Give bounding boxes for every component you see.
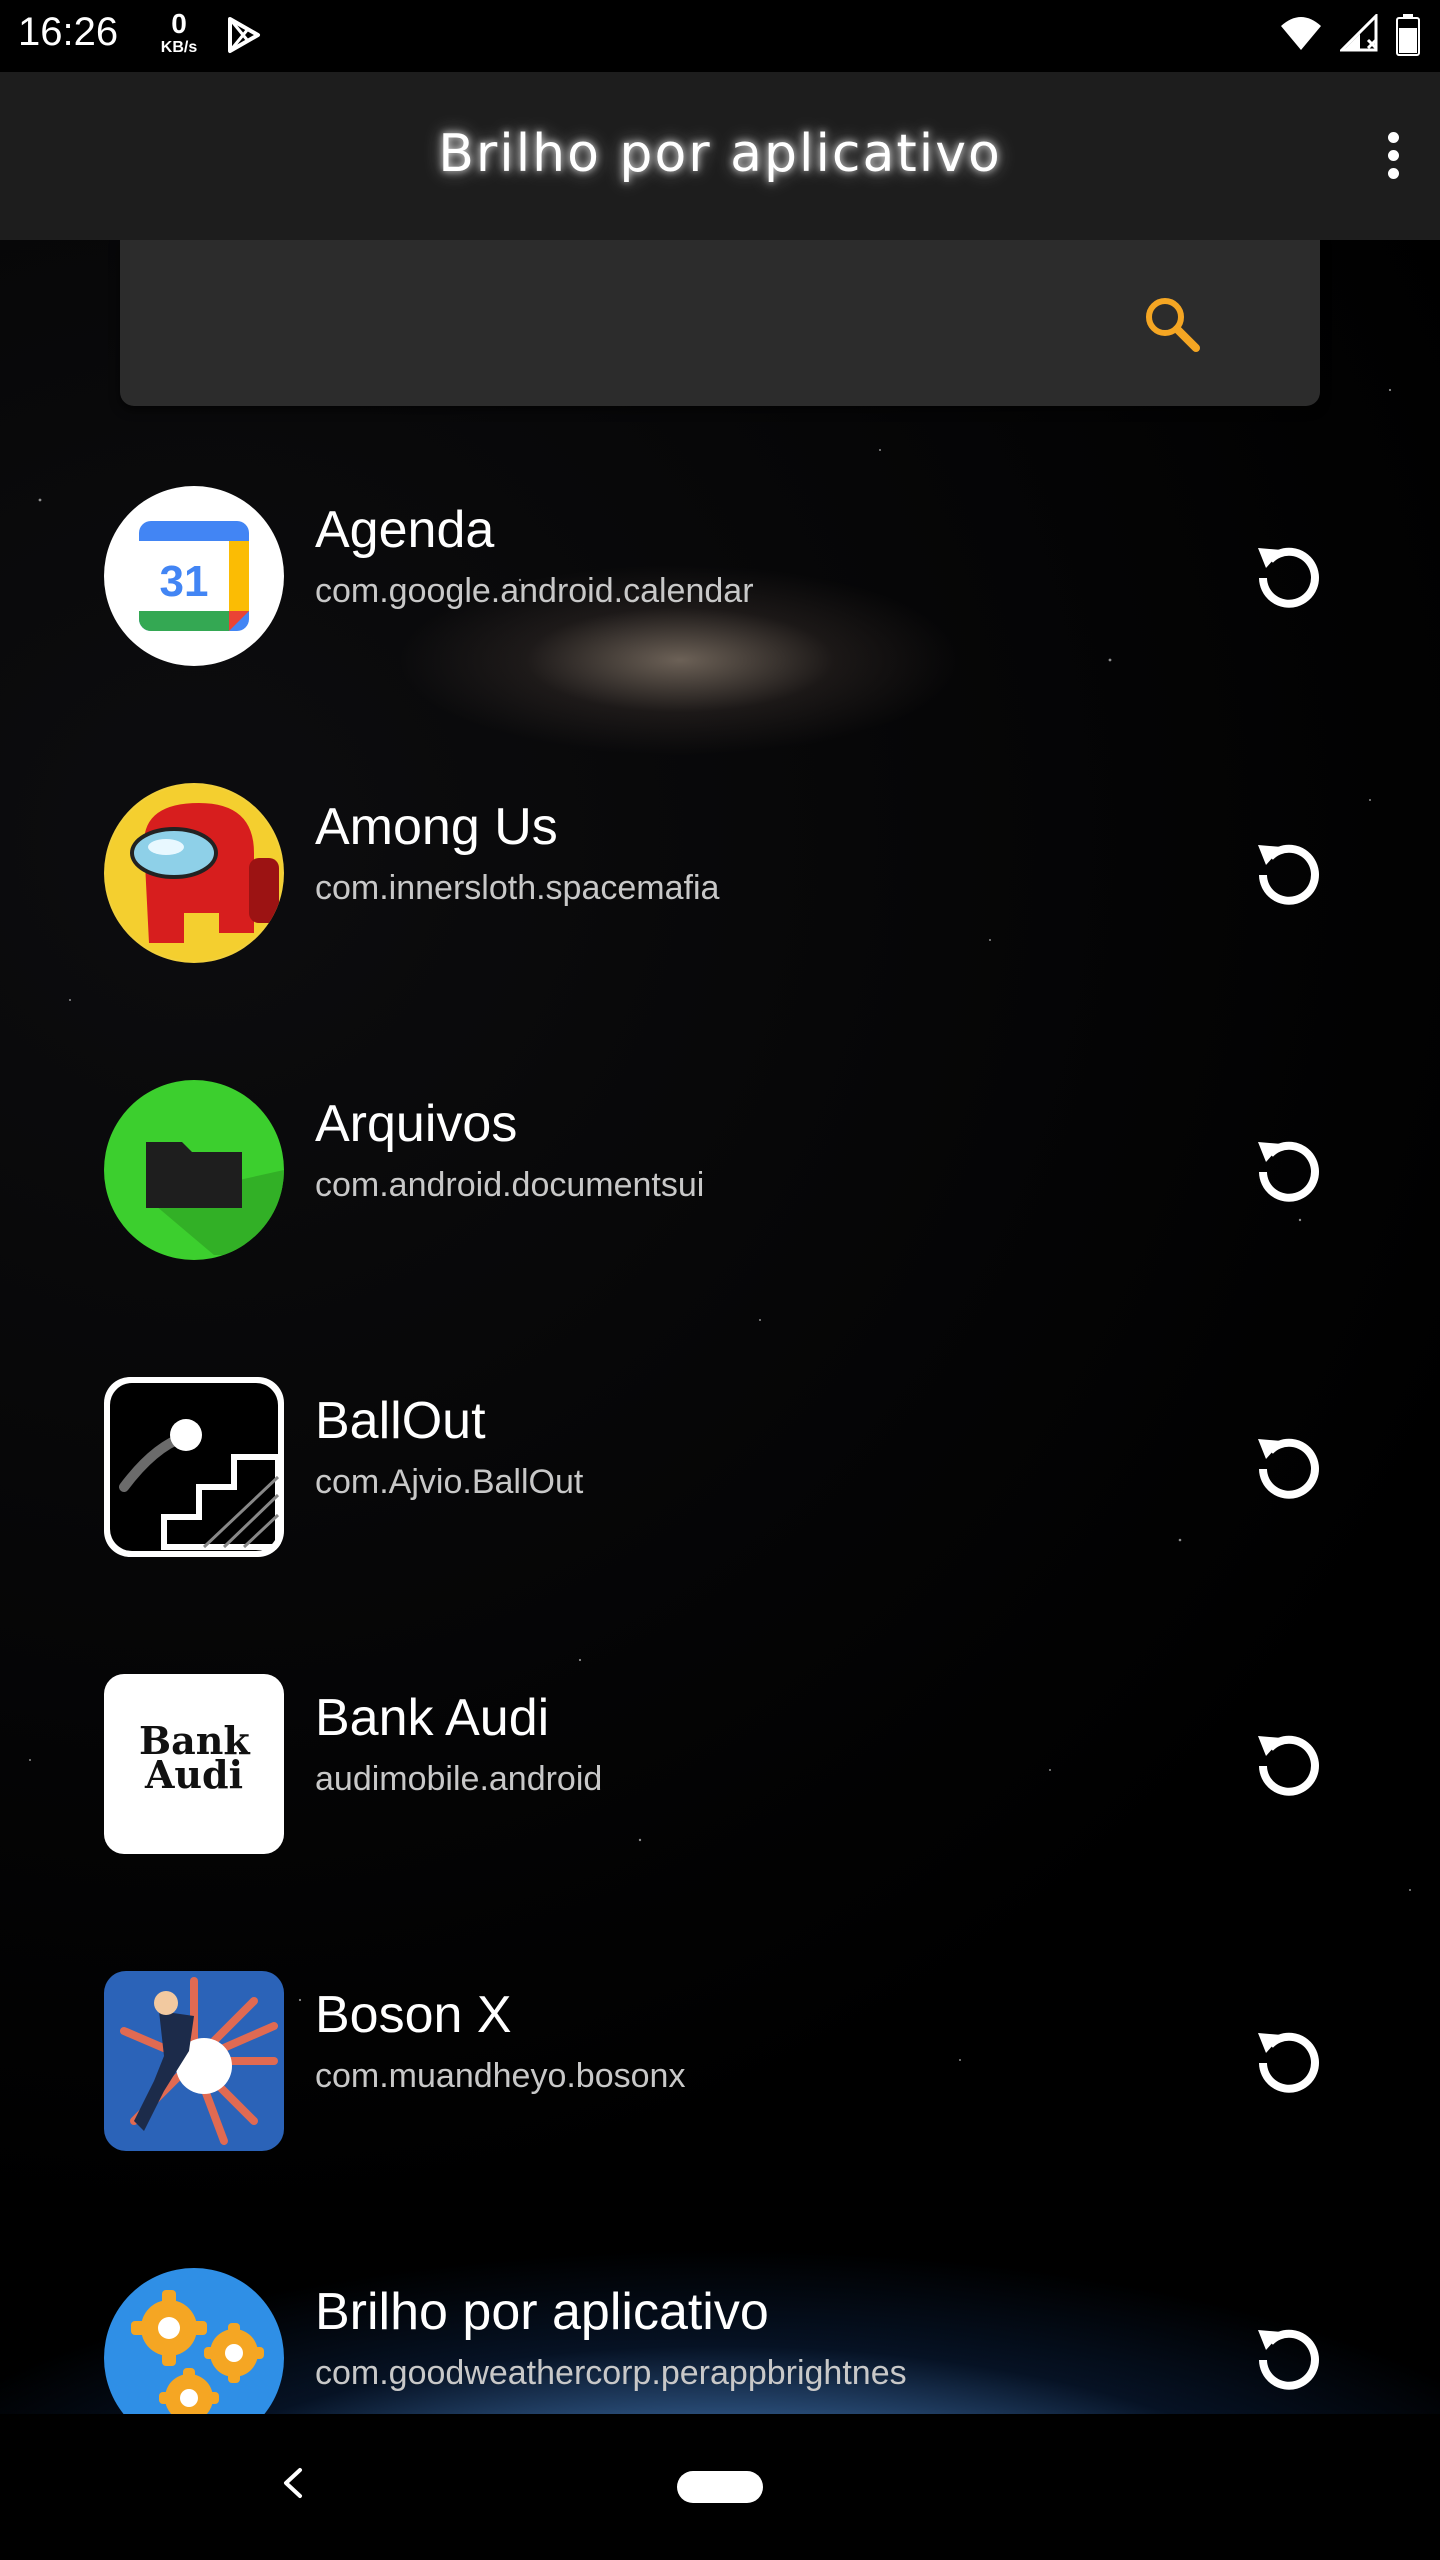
network-speed-value: 0: [171, 8, 187, 39]
content-area[interactable]: 31 Agenda com.google.android.calendar Am…: [0, 240, 1440, 2414]
overflow-menu-icon: [1387, 132, 1399, 143]
reset-brightness-button[interactable]: [1252, 1726, 1326, 1800]
home-button[interactable]: [677, 2471, 763, 2503]
reset-brightness-button[interactable]: [1252, 2320, 1326, 2394]
status-bar: 16:26 0 KB/s: [0, 0, 1440, 72]
reset-brightness-button[interactable]: [1252, 1132, 1326, 1206]
battery-icon: [1396, 14, 1420, 56]
app-package: audimobile.android: [315, 1760, 603, 1798]
app-name: Boson X: [315, 1986, 512, 2044]
app-name: Agenda: [315, 501, 495, 559]
bank-audi-icon: Bank Audi: [104, 1674, 284, 1854]
app-name: Brilho por aplicativo: [315, 2283, 769, 2341]
bank-audi-logo-text: Bank Audi: [139, 1718, 250, 1797]
reset-brightness-button[interactable]: [1252, 2023, 1326, 2097]
app-name: Among Us: [315, 798, 558, 856]
network-speed: 0 KB/s: [152, 10, 206, 56]
cell-signal-icon: [1337, 12, 1378, 52]
wifi-icon: [1281, 17, 1322, 50]
app-name: BallOut: [315, 1392, 486, 1450]
app-package: com.goodweathercorp.perappbrightnes: [315, 2354, 907, 2392]
boson-x-icon: [104, 1971, 284, 2151]
app-list-item[interactable]: Boson X com.muandheyo.bosonx: [0, 1955, 1440, 2252]
app-list-item[interactable]: 31 Agenda com.google.android.calendar: [0, 470, 1440, 767]
toolbar-title: Brilho por aplicativo: [438, 124, 1002, 184]
app-package: com.innersloth.spacemafia: [315, 869, 720, 907]
search-icon[interactable]: [1142, 294, 1202, 354]
back-icon[interactable]: [276, 2458, 306, 2508]
status-icons: [1267, 12, 1420, 56]
app-list-item[interactable]: Among Us com.innersloth.spacemafia: [0, 767, 1440, 1064]
calendar-icon: 31: [104, 486, 284, 666]
app-list-item[interactable]: Arquivos com.android.documentsui: [0, 1064, 1440, 1361]
app-package: com.muandheyo.bosonx: [315, 2057, 686, 2095]
folder-icon: [104, 1080, 284, 1260]
app-list: 31 Agenda com.google.android.calendar Am…: [0, 470, 1440, 2414]
network-speed-unit: KB/s: [160, 39, 198, 56]
svg-text:31: 31: [160, 557, 209, 606]
gears-icon: [104, 2268, 284, 2414]
play-store-icon: [228, 17, 260, 53]
status-time: 16:26: [18, 10, 119, 54]
reset-brightness-button[interactable]: [1252, 538, 1326, 612]
search-bar: [120, 240, 1320, 406]
reset-brightness-button[interactable]: [1252, 1429, 1326, 1503]
app-name: Arquivos: [315, 1095, 518, 1153]
among-us-icon: [104, 783, 284, 963]
app-toolbar: Brilho por aplicativo: [0, 72, 1440, 240]
app-package: com.android.documentsui: [315, 1166, 705, 1204]
app-list-item[interactable]: Brilho por aplicativo com.goodweathercor…: [0, 2252, 1440, 2414]
app-package: com.google.android.calendar: [315, 572, 754, 610]
ballout-icon: [104, 1377, 284, 1557]
navigation-bar: [0, 2414, 1440, 2560]
reset-brightness-button[interactable]: [1252, 835, 1326, 909]
search-input[interactable]: [160, 280, 1164, 362]
app-package: com.Ajvio.BallOut: [315, 1463, 584, 1501]
app-list-item[interactable]: Bank Audi Bank Audi audimobile.android: [0, 1658, 1440, 1955]
overflow-menu-button[interactable]: [1368, 126, 1418, 192]
app-list-item[interactable]: BallOut com.Ajvio.BallOut: [0, 1361, 1440, 1658]
app-name: Bank Audi: [315, 1689, 550, 1747]
